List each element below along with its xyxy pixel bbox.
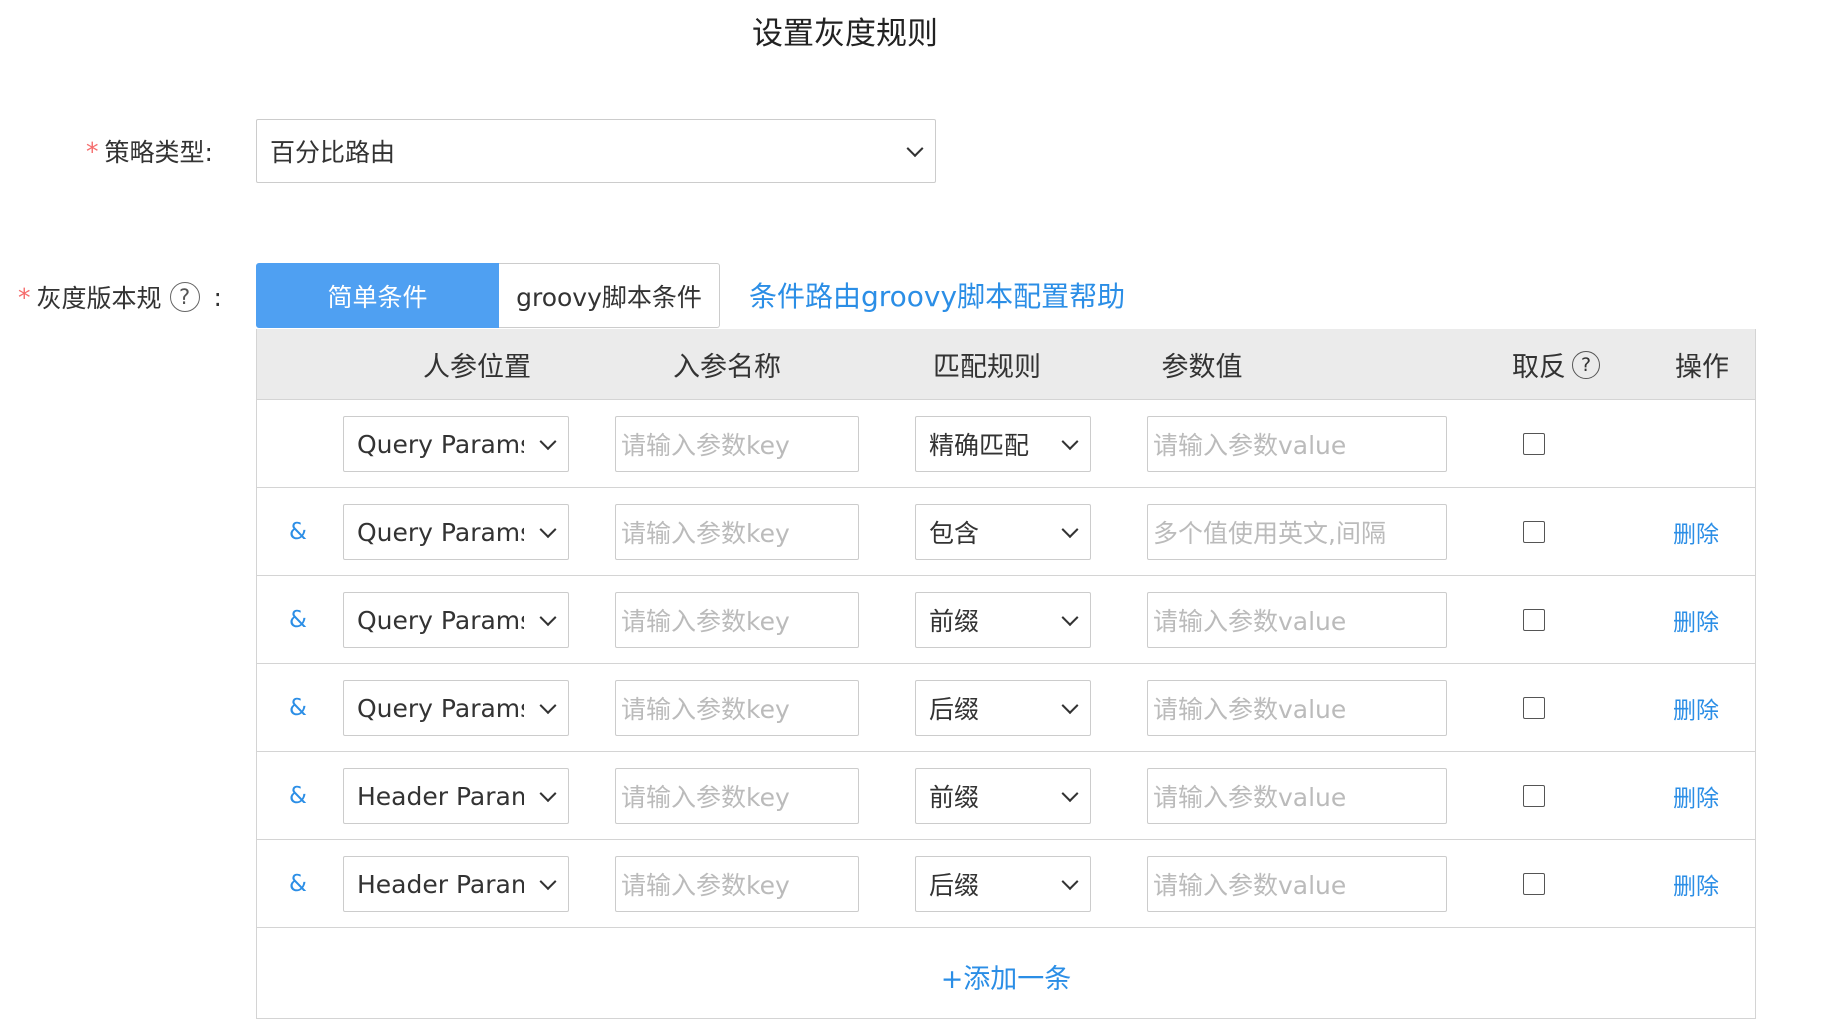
param-location-value: Header Params: [357, 869, 524, 899]
chevron-down-icon: [1061, 697, 1079, 715]
gray-rule-label-text: 灰度版本规: [36, 284, 162, 313]
label-colon: :: [213, 282, 222, 312]
param-location-value: Query Params: [357, 517, 524, 547]
header-invert: 取反 ?: [1501, 329, 1611, 400]
match-rule-select[interactable]: 精确匹配: [915, 416, 1091, 472]
param-value-input[interactable]: 请输入参数value: [1147, 416, 1447, 472]
strategy-type-value: 百分比路由: [270, 138, 396, 167]
delete-link[interactable]: 删除: [1673, 752, 1719, 840]
and-connector: &: [289, 695, 307, 721]
invert-checkbox[interactable]: [1523, 433, 1545, 455]
table-row: & Query Params 请输入参数key 后缀 请输入参数value 删除: [257, 664, 1755, 752]
chevron-down-icon: [906, 140, 924, 158]
chevron-down-icon: [539, 609, 557, 627]
delete-link[interactable]: 删除: [1673, 576, 1719, 664]
header-match-rule: 匹配规则: [933, 352, 1041, 383]
param-location-value: Header Params: [357, 781, 524, 811]
param-value-input[interactable]: 请输入参数value: [1147, 856, 1447, 912]
strategy-type-label-text: 策略类型:: [104, 138, 213, 167]
match-rule-select[interactable]: 前缀: [915, 768, 1091, 824]
match-rule-value: 精确匹配: [929, 431, 1030, 460]
chevron-down-icon: [1061, 785, 1079, 803]
invert-checkbox[interactable]: [1523, 873, 1545, 895]
match-rule-select[interactable]: 后缀: [915, 680, 1091, 736]
groovy-help-link[interactable]: 条件路由groovy脚本配置帮助: [749, 275, 1125, 315]
param-key-input[interactable]: 请输入参数key: [615, 680, 859, 736]
header-param-name: 入参名称: [673, 352, 781, 383]
param-location-select[interactable]: Query Params: [343, 504, 569, 560]
help-circle-icon[interactable]: ?: [169, 282, 200, 312]
and-connector: &: [289, 783, 307, 809]
help-circle-icon[interactable]: ?: [1572, 350, 1600, 379]
header-param-value: 参数值: [1161, 352, 1243, 383]
param-key-input[interactable]: 请输入参数key: [615, 416, 859, 472]
invert-checkbox[interactable]: [1523, 697, 1545, 719]
table-row: & Query Params 请输入参数key 包含 多个值使用英文,间隔 删除: [257, 488, 1755, 576]
table-header: 人参位置 入参名称 匹配规则 参数值 取反 ? 操作: [257, 329, 1755, 400]
match-rule-value: 后缀: [929, 871, 980, 900]
gray-rule-label: * 灰度版本规 ? :: [18, 277, 222, 317]
and-connector: &: [289, 519, 307, 545]
match-rule-value: 前缀: [929, 783, 980, 812]
condition-tab-group: 简单条件 groovy脚本条件: [256, 263, 720, 328]
tab-groovy-condition[interactable]: groovy脚本条件: [499, 263, 720, 328]
invert-checkbox[interactable]: [1523, 609, 1545, 631]
param-key-input[interactable]: 请输入参数key: [615, 768, 859, 824]
match-rule-value: 后缀: [929, 695, 980, 724]
param-value-input[interactable]: 请输入参数value: [1147, 768, 1447, 824]
chevron-down-icon: [1061, 433, 1079, 451]
and-connector: &: [289, 871, 307, 897]
strategy-type-select[interactable]: 百分比路由: [256, 119, 936, 183]
param-location-value: Query Params: [357, 693, 524, 723]
table-row: & Query Params 请输入参数key 前缀 请输入参数value 删除: [257, 576, 1755, 664]
invert-checkbox[interactable]: [1523, 785, 1545, 807]
table-row: & Header Params 请输入参数key 前缀 请输入参数value 删…: [257, 752, 1755, 840]
param-key-input[interactable]: 请输入参数key: [615, 856, 859, 912]
match-rule-select[interactable]: 包含: [915, 504, 1091, 560]
match-rule-value: 包含: [929, 519, 980, 548]
required-mark: *: [18, 282, 31, 312]
invert-checkbox[interactable]: [1523, 521, 1545, 543]
header-operations: 操作: [1675, 352, 1729, 383]
chevron-down-icon: [1061, 609, 1079, 627]
match-rule-value: 前缀: [929, 607, 980, 636]
header-param-location: 人参位置: [423, 352, 531, 383]
chevron-down-icon: [539, 873, 557, 891]
chevron-down-icon: [1061, 521, 1079, 539]
delete-link[interactable]: 删除: [1673, 488, 1719, 576]
page-title: 设置灰度规则: [752, 16, 938, 52]
delete-link[interactable]: 删除: [1673, 664, 1719, 752]
param-location-select[interactable]: Query Params: [343, 416, 569, 472]
tab-simple-condition[interactable]: 简单条件: [256, 263, 499, 328]
param-value-input[interactable]: 多个值使用英文,间隔: [1147, 504, 1447, 560]
rule-table: 人参位置 入参名称 匹配规则 参数值 取反 ? 操作 Query Params …: [256, 329, 1756, 1019]
table-row: Query Params 请输入参数key 精确匹配 请输入参数value: [257, 400, 1755, 488]
match-rule-select[interactable]: 前缀: [915, 592, 1091, 648]
chevron-down-icon: [539, 521, 557, 539]
required-mark: *: [86, 136, 99, 166]
chevron-down-icon: [1061, 873, 1079, 891]
param-location-select[interactable]: Query Params: [343, 592, 569, 648]
and-connector: &: [289, 607, 307, 633]
table-row: & Header Params 请输入参数key 后缀 请输入参数value 删…: [257, 840, 1755, 928]
chevron-down-icon: [539, 785, 557, 803]
delete-link[interactable]: 删除: [1673, 840, 1719, 928]
param-location-select[interactable]: Query Params: [343, 680, 569, 736]
header-invert-text: 取反: [1512, 352, 1566, 383]
param-key-input[interactable]: 请输入参数key: [615, 592, 859, 648]
param-location-select[interactable]: Header Params: [343, 768, 569, 824]
strategy-type-label: * 策略类型:: [86, 133, 213, 169]
param-location-select[interactable]: Header Params: [343, 856, 569, 912]
param-value-input[interactable]: 请输入参数value: [1147, 592, 1447, 648]
param-location-value: Query Params: [357, 605, 524, 635]
chevron-down-icon: [539, 433, 557, 451]
param-value-input[interactable]: 请输入参数value: [1147, 680, 1447, 736]
match-rule-select[interactable]: 后缀: [915, 856, 1091, 912]
param-key-input[interactable]: 请输入参数key: [615, 504, 859, 560]
add-condition-button[interactable]: +添加一条: [257, 934, 1755, 1018]
param-location-value: Query Params: [357, 429, 524, 459]
chevron-down-icon: [539, 697, 557, 715]
